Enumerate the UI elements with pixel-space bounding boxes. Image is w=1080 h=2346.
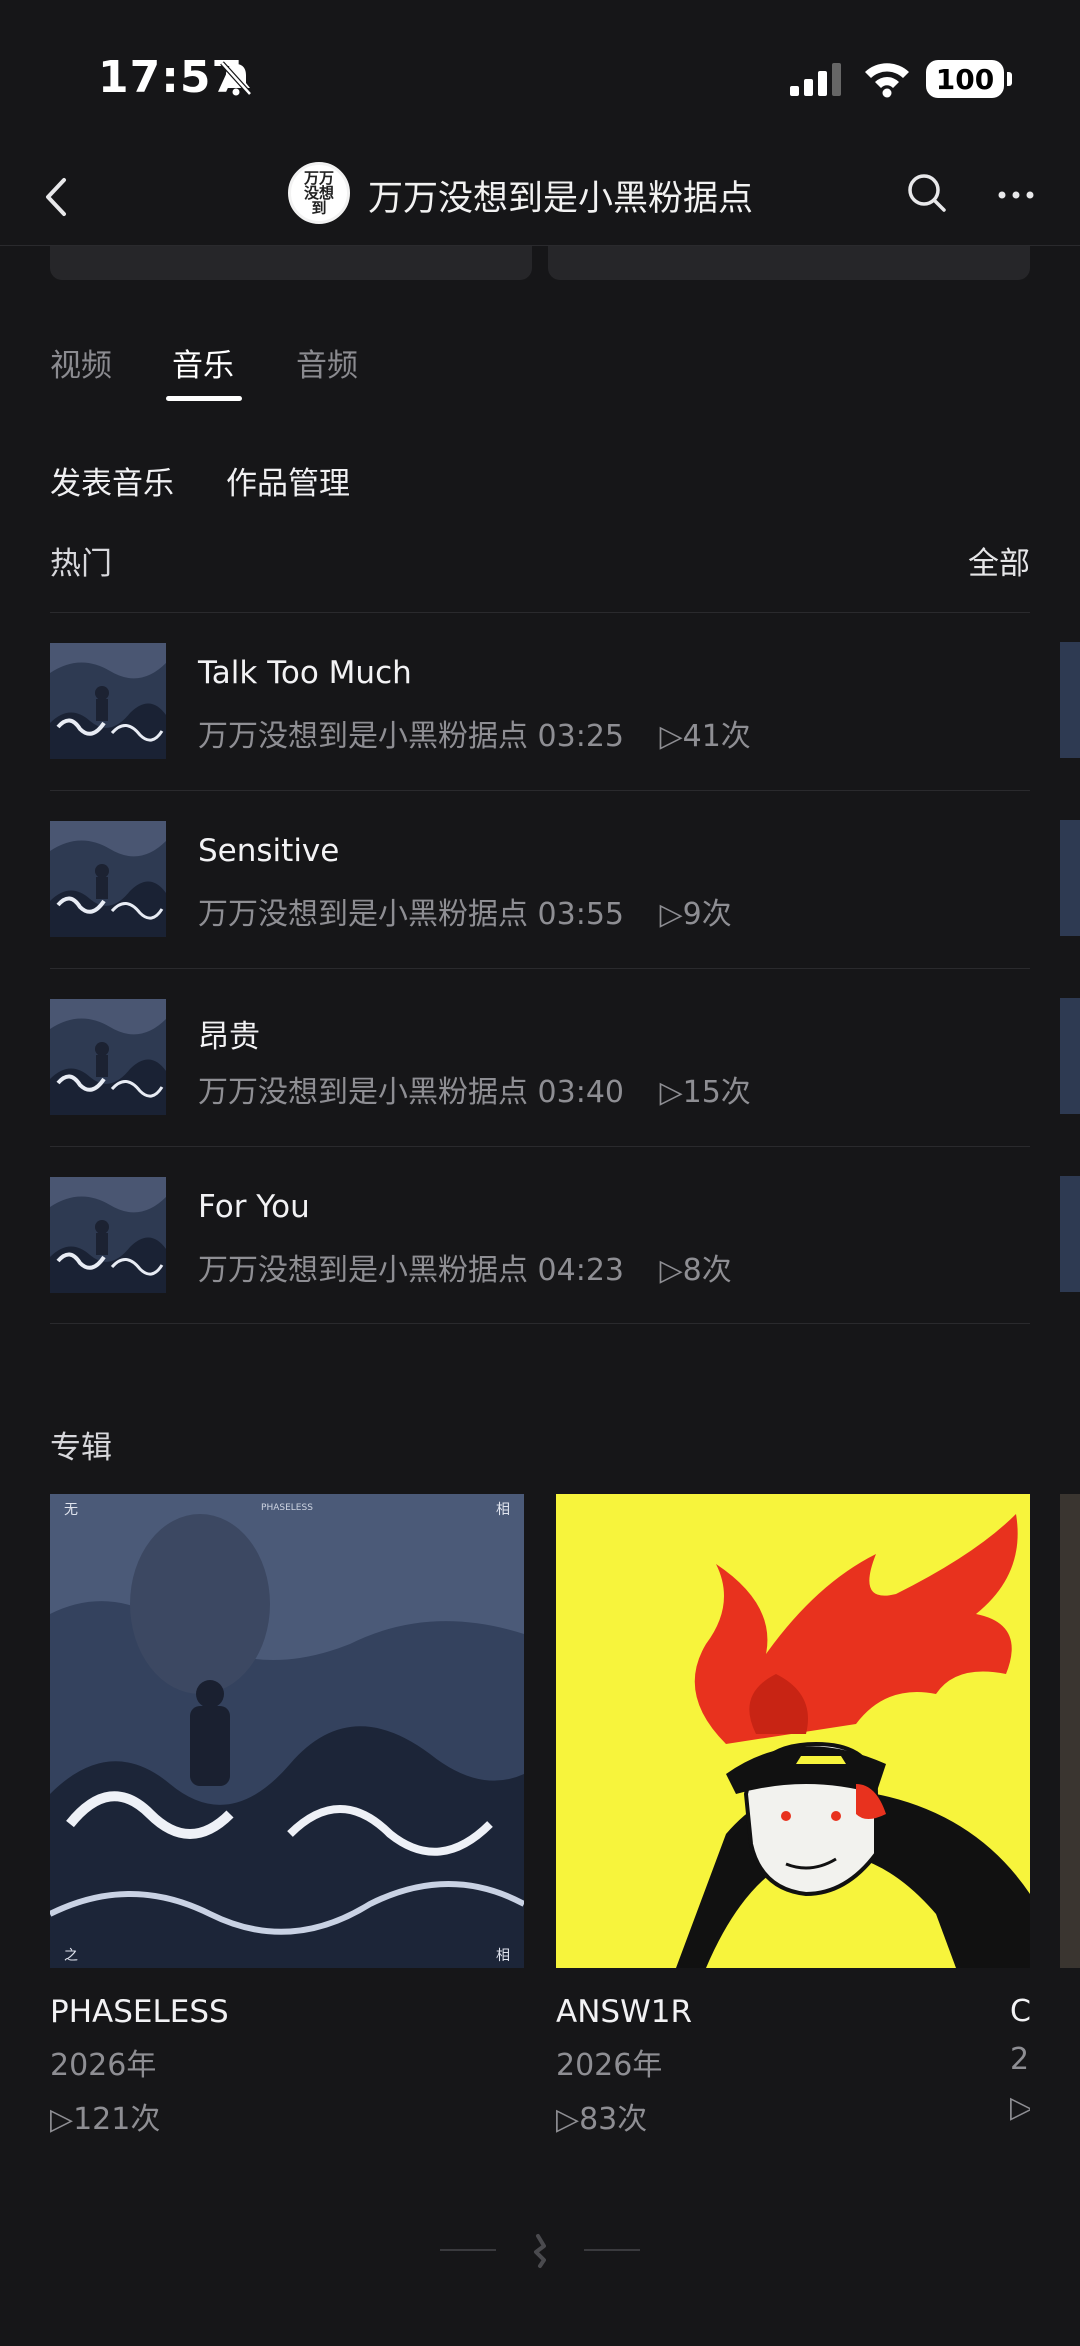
- nav-bar: 万万没想到 万万没想到是小黑粉据点: [0, 150, 1080, 246]
- song-meta: 万万没想到是小黑粉据点 03:55 ▷9次: [198, 889, 732, 933]
- album-card[interactable]: PHASELESS 无 相 之 相 PHASELESS 2026年 ▷121次: [50, 1494, 524, 2138]
- song-cover: [50, 999, 166, 1115]
- song-row[interactable]: Sensitive 万万没想到是小黑粉据点 03:55 ▷9次: [50, 790, 1030, 968]
- view-all-link[interactable]: 全部: [968, 538, 1030, 583]
- song-meta: 万万没想到是小黑粉据点 04:23 ▷8次: [198, 1245, 732, 1289]
- song-row[interactable]: For You 万万没想到是小黑粉据点 04:23 ▷8次: [50, 1146, 1030, 1324]
- song-duration: 03:55: [537, 897, 625, 932]
- song-plays: ▷41次: [659, 719, 751, 754]
- song-duration: 03:40: [537, 1075, 625, 1110]
- song-meta: 万万没想到是小黑粉据点 03:25 ▷41次: [198, 711, 751, 755]
- song-row[interactable]: 昂贵 万万没想到是小黑粉据点 03:40 ▷15次: [50, 968, 1030, 1146]
- next-album-cover: [1060, 1494, 1080, 1968]
- album-name: ANSW1R: [556, 1994, 692, 2030]
- song-plays: ▷15次: [659, 1075, 751, 1110]
- song-meta: 万万没想到是小黑粉据点 03:40 ▷15次: [198, 1067, 751, 1111]
- next-album-year: 2: [1010, 2042, 1030, 2077]
- next-column-cover: [1060, 1176, 1080, 1292]
- cover-top-text: PHASELESS: [261, 1503, 313, 1513]
- album-name: PHASELESS: [50, 1994, 229, 2030]
- status-bar: 17:57 100: [0, 0, 1080, 150]
- next-column-cover: [1060, 998, 1080, 1114]
- album-plays: ▷121次: [50, 2102, 161, 2137]
- active-tab-indicator: [166, 396, 242, 401]
- song-artist: 万万没想到是小黑粉据点: [198, 719, 528, 754]
- tab-music[interactable]: 音乐: [172, 340, 234, 385]
- song-plays: ▷8次: [659, 1253, 732, 1288]
- song-title: Talk Too Much: [198, 655, 412, 691]
- footer-brand-divider-icon: [440, 2234, 640, 2268]
- song-duration: 03:25: [537, 719, 625, 754]
- song-artist: 万万没想到是小黑粉据点: [198, 1253, 528, 1288]
- cover-char: 之: [64, 1948, 78, 1964]
- next-column-cover: [1060, 820, 1080, 936]
- mute-bell-icon: [220, 61, 252, 96]
- song-artist: 万万没想到是小黑粉据点: [198, 1075, 528, 1110]
- albums-section-title: 专辑: [50, 1430, 112, 1466]
- song-title: Sensitive: [198, 833, 340, 869]
- hot-section-title: 热门: [50, 546, 112, 582]
- avatar-text: 万万没想到: [303, 168, 334, 217]
- wifi-icon: [865, 63, 909, 98]
- next-album-plays: ▷: [1010, 2090, 1030, 2125]
- tab-video[interactable]: 视频: [50, 340, 112, 385]
- album-card[interactable]: ANSW1R 2026年 ▷83次: [556, 1494, 1030, 2138]
- song-cover: [50, 821, 166, 937]
- cover-char: 相: [496, 1502, 510, 1518]
- battery-indicator: 100: [926, 60, 1012, 98]
- song-cover: [50, 1177, 166, 1293]
- song-title: 昂贵: [198, 1019, 260, 1055]
- channel-avatar[interactable]: 万万没想到: [288, 162, 350, 224]
- album-year: 2026年: [50, 2048, 157, 2083]
- song-artist: 万万没想到是小黑粉据点: [198, 897, 528, 932]
- song-plays: ▷9次: [659, 897, 732, 932]
- publish-music-button[interactable]: 发表音乐: [50, 458, 174, 503]
- hot-section-header: 热门 全部: [50, 538, 1030, 583]
- cover-char: 相: [496, 1948, 510, 1964]
- album-cover: [556, 1494, 1030, 1968]
- song-cover: [50, 643, 166, 759]
- song-row[interactable]: Talk Too Much 万万没想到是小黑粉据点 03:25 ▷41次: [50, 612, 1030, 790]
- song-title: For You: [198, 1189, 310, 1225]
- channel-title: 万万没想到是小黑粉据点: [368, 179, 754, 219]
- next-column-cover: [1060, 642, 1080, 758]
- album-year: 2026年: [556, 2048, 663, 2083]
- song-duration: 04:23: [537, 1253, 625, 1288]
- back-arrow-icon[interactable]: [36, 170, 80, 224]
- hot-songs-list: Talk Too Much 万万没想到是小黑粉据点 03:25 ▷41次 Sen…: [50, 612, 1030, 1324]
- cellular-signal-icon: [790, 63, 841, 96]
- next-album-name: C: [1010, 1994, 1030, 2029]
- album-plays: ▷83次: [556, 2102, 648, 2137]
- manage-works-button[interactable]: 作品管理: [226, 458, 350, 503]
- more-options-icon[interactable]: [996, 180, 1036, 210]
- album-cover: PHASELESS 无 相 之 相: [50, 1494, 524, 1968]
- tab-audio[interactable]: 音频: [296, 340, 358, 385]
- cover-char: 无: [64, 1502, 78, 1518]
- upload-buttons-row: [0, 226, 1080, 286]
- albums-section-header: 专辑: [50, 1422, 1030, 1467]
- search-icon[interactable]: [902, 168, 952, 218]
